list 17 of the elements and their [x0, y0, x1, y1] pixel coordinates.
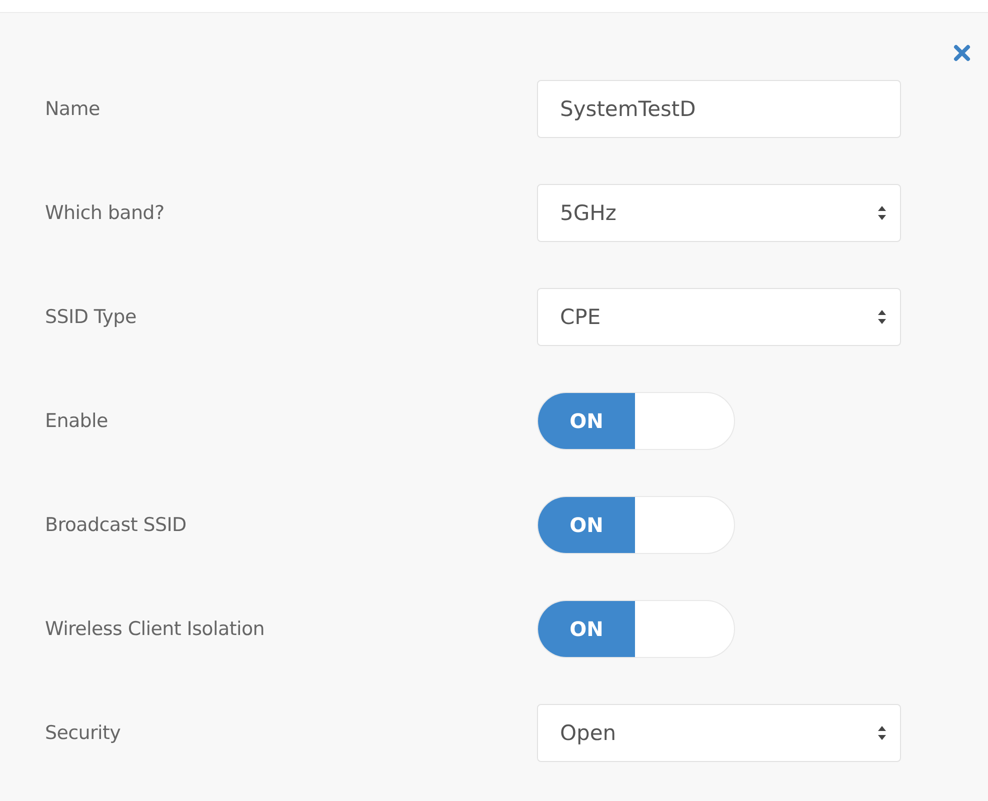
- toggle-switch[interactable]: ON: [537, 600, 735, 658]
- sort-arrows-icon: [878, 726, 886, 740]
- name-field[interactable]: SystemTestD: [537, 80, 901, 138]
- field-label: Wireless Client Isolation: [45, 618, 266, 640]
- toggle-switch[interactable]: ON: [537, 392, 735, 450]
- field-label: Name: [45, 98, 101, 120]
- select-field[interactable]: 5GHz: [537, 184, 901, 242]
- field-label: Broadcast SSID: [45, 514, 188, 536]
- select-field[interactable]: CPE: [537, 288, 901, 346]
- sort-arrows-icon: [878, 310, 886, 324]
- field-label: Which band?: [45, 202, 166, 224]
- select-field[interactable]: Open: [537, 704, 901, 762]
- field-label: Security: [45, 722, 122, 744]
- field-label: SSID Type: [45, 306, 138, 328]
- toggle-switch[interactable]: ON: [537, 496, 735, 554]
- field-label: Enable: [45, 410, 109, 432]
- sort-arrows-icon: [878, 206, 886, 220]
